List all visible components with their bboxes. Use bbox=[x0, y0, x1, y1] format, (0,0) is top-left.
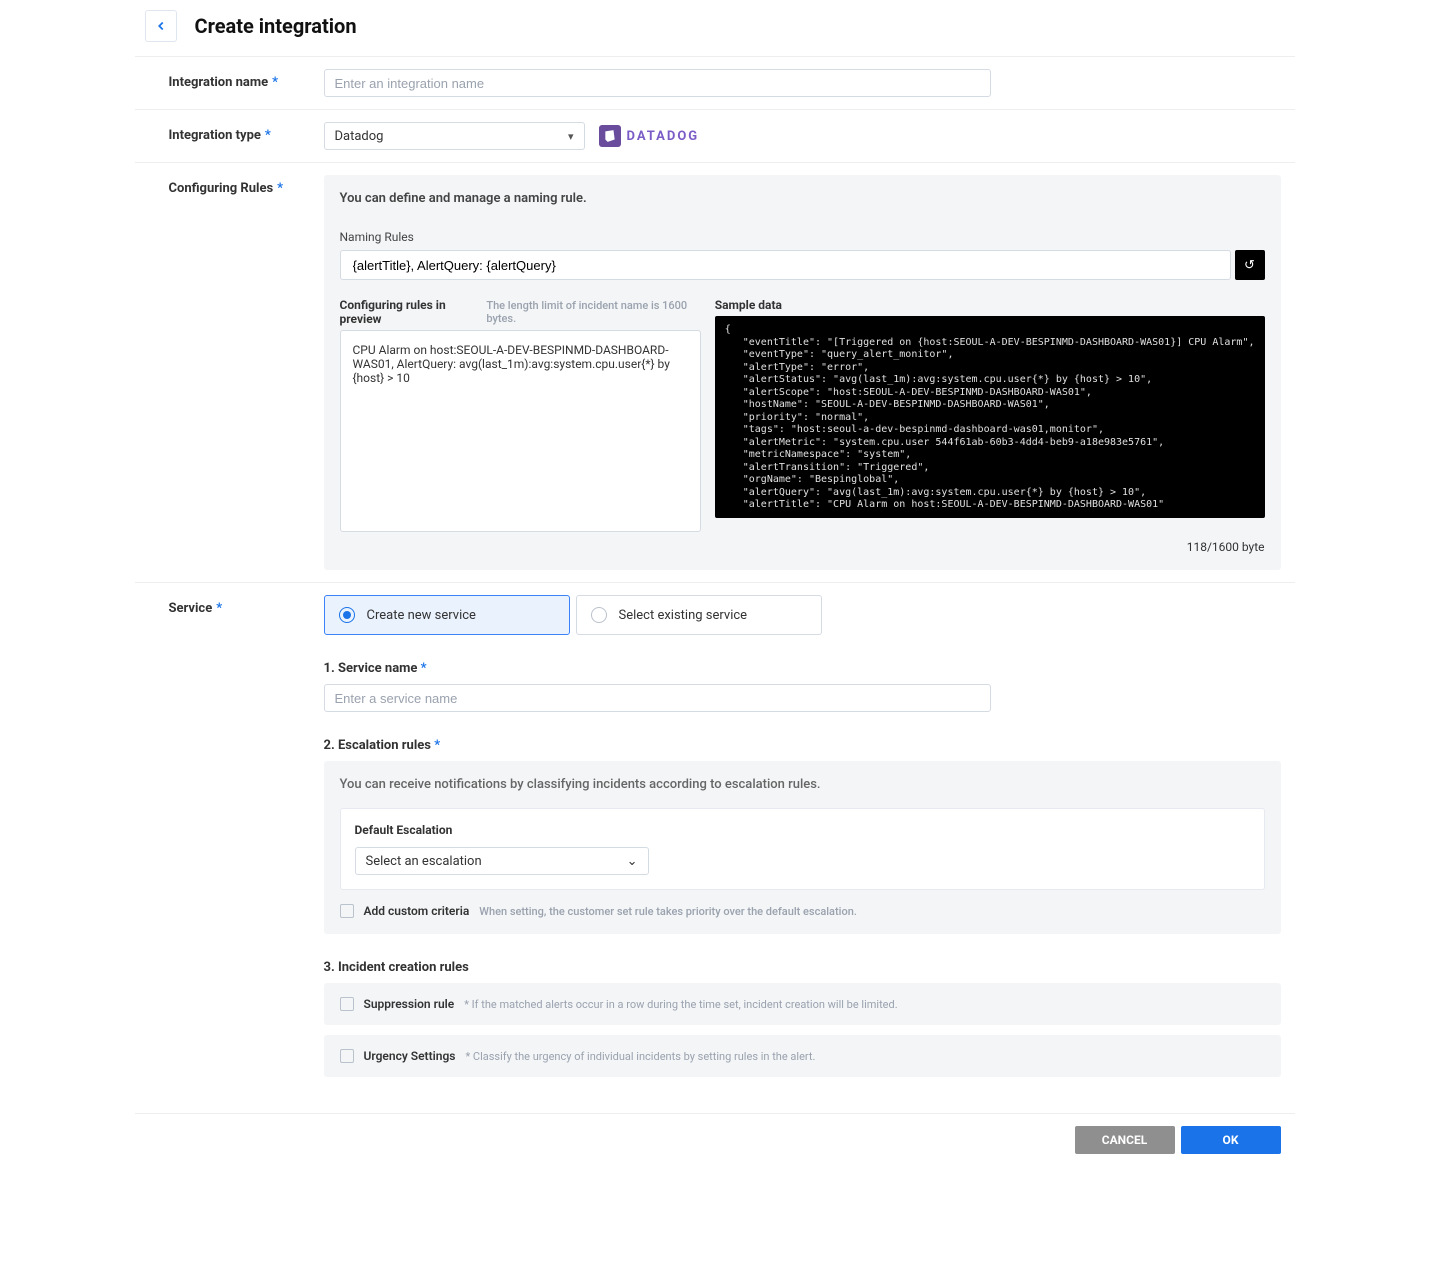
default-escalation-label: Default Escalation bbox=[355, 823, 1250, 837]
add-custom-criteria-label: Add custom criteria bbox=[364, 904, 470, 918]
cancel-button[interactable]: CANCEL bbox=[1075, 1126, 1175, 1154]
create-new-service-radio[interactable]: Create new service bbox=[324, 595, 570, 635]
service-name-input[interactable] bbox=[324, 684, 991, 712]
escalation-select[interactable]: Select an escalation ⌄ bbox=[355, 847, 649, 875]
urgency-settings-label: Urgency Settings bbox=[364, 1049, 456, 1063]
rules-help-text: You can define and manage a naming rule. bbox=[340, 191, 1265, 206]
integration-name-label: Integration name* bbox=[135, 69, 324, 97]
chevron-down-icon: ⌄ bbox=[627, 854, 638, 869]
reset-icon: ↺ bbox=[1244, 258, 1255, 273]
select-existing-service-radio[interactable]: Select existing service bbox=[576, 595, 822, 635]
step-service-name: 1. Service name * bbox=[324, 661, 1281, 676]
suppression-rule-label: Suppression rule bbox=[364, 997, 455, 1011]
integration-type-label: Integration type* bbox=[135, 122, 324, 150]
integration-name-input[interactable] bbox=[324, 69, 991, 97]
suppression-rule-checkbox[interactable] bbox=[340, 997, 354, 1011]
ok-button[interactable]: OK bbox=[1181, 1126, 1281, 1154]
radio-dot-icon bbox=[339, 607, 355, 623]
sample-data-panel[interactable]: { "eventTitle": "[Triggered on {host:SEO… bbox=[715, 316, 1265, 518]
naming-rules-input[interactable] bbox=[340, 250, 1231, 280]
urgency-settings-hint: * Classify the urgency of individual inc… bbox=[465, 1050, 815, 1063]
datadog-logo: DATADOG bbox=[599, 125, 700, 147]
preview-hint: The length limit of incident name is 160… bbox=[486, 299, 700, 325]
step-escalation-rules: 2. Escalation rules * bbox=[324, 738, 1281, 753]
back-button[interactable] bbox=[145, 10, 177, 42]
suppression-rule-hint: * If the matched alerts occur in a row d… bbox=[464, 998, 897, 1011]
preview-panel: CPU Alarm on host:SEOUL-A-DEV-BESPINMD-D… bbox=[340, 330, 701, 532]
datadog-icon bbox=[599, 125, 621, 147]
add-custom-criteria-hint: When setting, the customer set rule take… bbox=[479, 905, 857, 918]
preview-label: Configuring rules in preview bbox=[340, 298, 479, 326]
integration-type-value: Datadog bbox=[335, 129, 384, 144]
chevron-down-icon: ▾ bbox=[568, 130, 574, 143]
reset-button[interactable]: ↺ bbox=[1235, 250, 1265, 280]
byte-count: 118/1600 byte bbox=[340, 540, 1265, 554]
escalation-help-text: You can receive notifications by classif… bbox=[340, 777, 1265, 792]
naming-rules-label: Naming Rules bbox=[340, 230, 1265, 244]
configuring-rules-label: Configuring Rules* bbox=[135, 175, 324, 570]
page-title: Create integration bbox=[195, 14, 357, 38]
urgency-settings-checkbox[interactable] bbox=[340, 1049, 354, 1063]
sample-data-label: Sample data bbox=[715, 298, 782, 312]
add-custom-criteria-checkbox[interactable] bbox=[340, 904, 354, 918]
service-label: Service* bbox=[135, 595, 324, 1087]
step-incident-creation-rules: 3. Incident creation rules bbox=[324, 960, 1281, 975]
integration-type-select[interactable]: Datadog ▾ bbox=[324, 122, 585, 150]
radio-dot-icon bbox=[591, 607, 607, 623]
